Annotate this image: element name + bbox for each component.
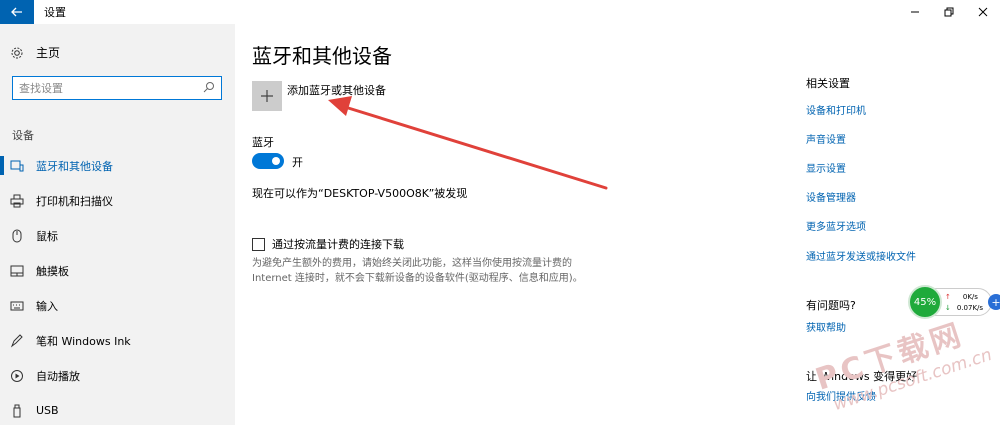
metered-checkbox[interactable] [252, 237, 265, 251]
upload-arrow-icon: ↑ [945, 293, 951, 301]
boost-plus-icon[interactable]: + [988, 294, 1000, 310]
sidebar-item-usb[interactable]: USB [0, 393, 235, 425]
close-icon [978, 7, 988, 17]
link-more-bluetooth[interactable]: 更多蓝牙选项 [806, 218, 866, 233]
sidebar-item-label: 打印机和扫描仪 [36, 194, 113, 208]
sidebar-item-mouse[interactable]: 鼠标 [0, 218, 235, 253]
sidebar-nav: 蓝牙和其他设备 打印机和扫描仪 鼠标 触摸板 输入 笔和 Windows Ink… [0, 148, 235, 425]
sidebar-item-label: 触摸板 [36, 264, 69, 278]
touchpad-icon [10, 264, 24, 278]
sidebar-item-label: 笔和 Windows Ink [36, 334, 131, 348]
mouse-icon [10, 229, 24, 243]
sidebar-item-bluetooth[interactable]: 蓝牙和其他设备 [0, 148, 235, 183]
download-speed: 0.07K/s [956, 304, 984, 312]
restore-icon [944, 7, 954, 17]
metered-option[interactable]: 通过按流量计费的连接下载 [252, 236, 404, 252]
sidebar-item-pen[interactable]: 笔和 Windows Ink [0, 323, 235, 358]
link-devices-printers[interactable]: 设备和打印机 [806, 102, 866, 117]
plus-icon [261, 90, 273, 102]
sidebar-home[interactable]: 主页 [10, 44, 60, 61]
add-device-button[interactable] [252, 81, 282, 111]
home-label: 主页 [36, 46, 61, 60]
search-icon[interactable] [203, 81, 215, 93]
metered-description: 为避免产生额外的费用，请始终关闭此功能，这样当你使用按流量计费的 Interne… [252, 258, 583, 284]
section-label: 设备 [12, 129, 34, 142]
search-input[interactable] [13, 81, 193, 95]
link-sound-settings[interactable]: 声音设置 [806, 131, 846, 146]
bluetooth-devices-icon [10, 159, 24, 173]
link-bluetooth-transfer[interactable]: 通过蓝牙发送或接收文件 [806, 248, 916, 263]
sidebar-item-touchpad[interactable]: 触摸板 [0, 253, 235, 288]
back-arrow-icon [11, 7, 22, 17]
maximize-button[interactable] [932, 0, 966, 24]
discoverable-text: 现在可以作为“DESKTOP-V500O8K”被发现 [252, 187, 468, 200]
related-heading: 相关设置 [806, 77, 850, 90]
window-title: 设置 [44, 6, 66, 19]
sidebar-item-label: 鼠标 [36, 229, 58, 243]
question-heading: 有问题吗? [806, 299, 856, 312]
pen-icon [10, 333, 24, 348]
upload-speed: 0K/s [962, 293, 978, 301]
sidebar: 主页 设备 蓝牙和其他设备 打印机和扫描仪 鼠标 触摸板 输入 笔和 Windo… [0, 24, 235, 425]
bluetooth-toggle[interactable] [252, 153, 284, 169]
sidebar-item-typing[interactable]: 输入 [0, 288, 235, 323]
memory-percent[interactable]: 45% [908, 285, 942, 319]
sidebar-item-label: 输入 [36, 299, 58, 313]
metered-label: 通过按流量计费的连接下载 [272, 238, 404, 251]
back-button[interactable] [0, 0, 34, 24]
gear-icon [11, 47, 23, 58]
bluetooth-label: 蓝牙 [252, 136, 274, 149]
sidebar-item-printers[interactable]: 打印机和扫描仪 [0, 183, 235, 218]
autoplay-icon [10, 369, 24, 383]
usb-icon [10, 404, 24, 418]
toggle-state: 开 [292, 156, 303, 169]
search-box[interactable] [12, 76, 222, 100]
keyboard-icon [10, 299, 24, 313]
title-bar: 设置 [0, 0, 1000, 24]
close-button[interactable] [966, 0, 1000, 24]
minimize-button[interactable] [898, 0, 932, 24]
add-device-label[interactable]: 添加蓝牙或其他设备 [287, 82, 386, 98]
page-title: 蓝牙和其他设备 [252, 44, 392, 68]
sidebar-item-label: 蓝牙和其他设备 [36, 159, 113, 173]
link-get-help[interactable]: 获取帮助 [806, 319, 846, 334]
link-display-settings[interactable]: 显示设置 [806, 160, 846, 175]
sidebar-item-label: USB [36, 404, 59, 417]
main-content: 蓝牙和其他设备 添加蓝牙或其他设备 蓝牙 开 现在可以作为“DESKTOP-V5… [235, 24, 775, 425]
upload-row: ↑ 0K/s [945, 293, 978, 301]
sidebar-item-label: 自动播放 [36, 369, 80, 383]
link-device-manager[interactable]: 设备管理器 [806, 189, 856, 204]
sidebar-item-autoplay[interactable]: 自动播放 [0, 358, 235, 393]
printer-icon [10, 194, 24, 208]
minimize-icon [911, 11, 919, 13]
